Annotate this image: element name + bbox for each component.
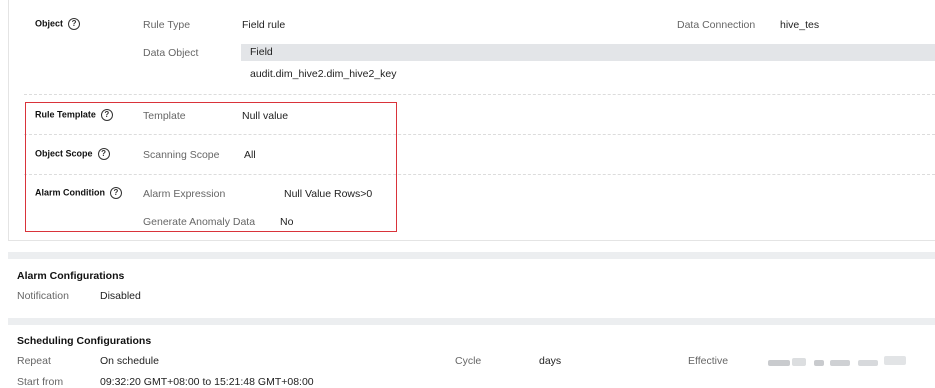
field-table-header: Field bbox=[241, 44, 935, 61]
data-connection-value: hive_tes bbox=[780, 19, 820, 31]
effective-label: Effective bbox=[688, 355, 729, 367]
field-value: audit.dim_hive2.dim_hive2_key bbox=[250, 68, 397, 80]
data-connection-label: Data Connection bbox=[677, 19, 756, 31]
rule-type-label: Rule Type bbox=[143, 19, 191, 31]
section-divider-band bbox=[8, 318, 935, 325]
redacted-segment bbox=[768, 360, 790, 366]
cycle-label: Cycle bbox=[455, 355, 482, 367]
redacted-segment bbox=[830, 360, 850, 366]
object-label-text: Object bbox=[35, 18, 64, 29]
field-column-header: Field bbox=[250, 46, 273, 58]
highlight-box bbox=[25, 102, 397, 232]
help-icon[interactable]: ? bbox=[68, 18, 81, 30]
repeat-value: On schedule bbox=[100, 355, 159, 367]
section-divider-band bbox=[8, 252, 935, 259]
redacted-segment bbox=[792, 358, 806, 366]
notification-value: Disabled bbox=[100, 290, 141, 302]
object-section-label: Object? bbox=[35, 18, 81, 30]
redacted-segment bbox=[814, 360, 824, 366]
redacted-segment bbox=[858, 360, 878, 366]
notification-label: Notification bbox=[17, 290, 69, 302]
divider bbox=[24, 94, 935, 95]
scheduling-configurations-title: Scheduling Configurations bbox=[17, 335, 152, 347]
rule-type-value: Field rule bbox=[242, 19, 286, 31]
start-from-label: Start from bbox=[17, 376, 64, 388]
cycle-value: days bbox=[539, 355, 562, 367]
data-object-label: Data Object bbox=[143, 47, 199, 59]
start-from-value: 09:32:20 GMT+08:00 to 15:21:48 GMT+08:00 bbox=[100, 376, 314, 388]
alarm-configurations-title: Alarm Configurations bbox=[17, 270, 125, 282]
redacted-segment bbox=[884, 356, 906, 365]
repeat-label: Repeat bbox=[17, 355, 51, 367]
